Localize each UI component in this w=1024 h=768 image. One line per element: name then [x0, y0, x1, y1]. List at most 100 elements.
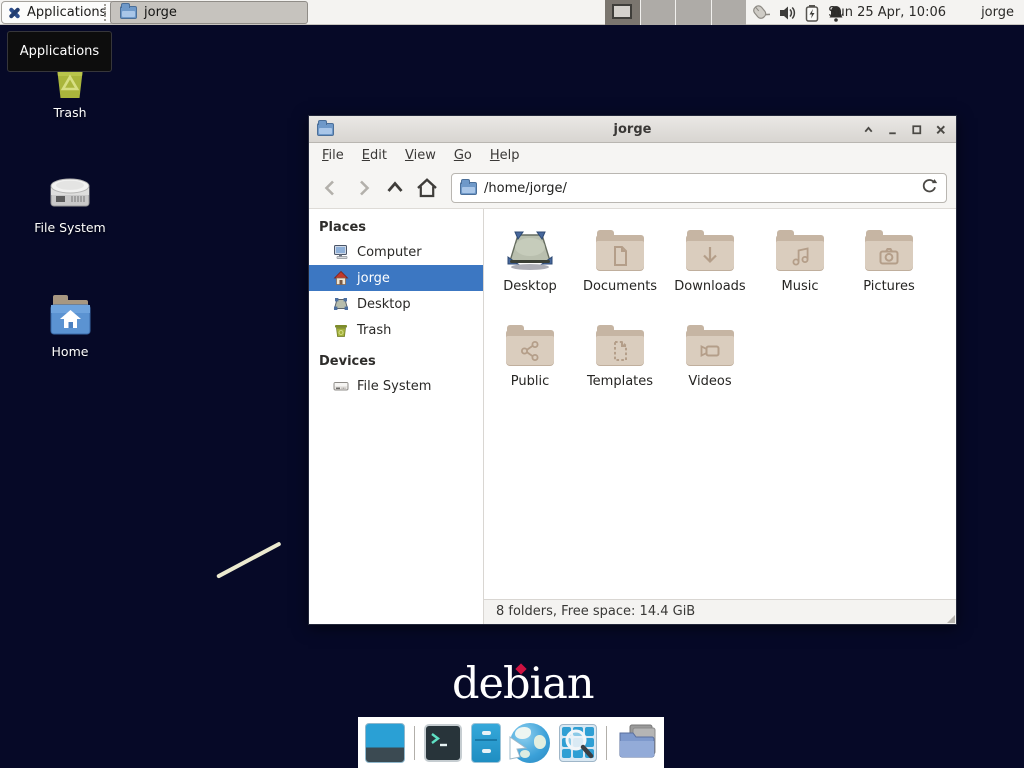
video-camera-emblem-icon: [698, 339, 722, 363]
drive-icon: [333, 378, 349, 394]
home-folder-icon: [46, 292, 94, 340]
up-icon[interactable]: [382, 175, 408, 201]
folder-icon: [596, 325, 644, 365]
menu-file[interactable]: File: [313, 145, 353, 166]
window-title: jorge: [309, 122, 956, 137]
folder-icon: [120, 6, 137, 19]
workspace-2[interactable]: [641, 0, 677, 25]
trash-icon: [333, 322, 349, 338]
application-finder-icon[interactable]: [559, 724, 597, 762]
close-icon[interactable]: [933, 122, 948, 137]
minimize-icon[interactable]: [885, 122, 900, 137]
desktop-icon-home[interactable]: Home: [22, 292, 118, 359]
file-view[interactable]: Desktop Documents Downloads Music: [484, 209, 956, 624]
sidebar-item-trash[interactable]: Trash: [309, 317, 483, 343]
battery-charging-icon[interactable]: [804, 3, 820, 23]
web-browser-icon[interactable]: [510, 723, 550, 763]
back-icon[interactable]: [318, 175, 344, 201]
desktop-icon-label: Trash: [22, 106, 118, 120]
folder-music[interactable]: Music: [756, 226, 844, 295]
show-desktop-icon[interactable]: [365, 723, 405, 763]
workspace-pager: [605, 0, 746, 25]
sidebar-item-file-system[interactable]: File System: [309, 373, 483, 399]
shade-icon[interactable]: [861, 122, 876, 137]
window-body: Places Computer jorge Desktop Trash Devi…: [309, 209, 956, 624]
sidebar-header-devices: Devices: [309, 349, 483, 373]
desktop-icon: [333, 296, 349, 312]
folder-public[interactable]: Public: [486, 321, 574, 390]
sidebar-header-places: Places: [309, 215, 483, 239]
maximize-icon[interactable]: [909, 122, 924, 137]
path-bar[interactable]: /home/jorge/: [451, 173, 947, 203]
cursor-arrow-icon: [506, 731, 532, 761]
menu-go[interactable]: Go: [445, 145, 481, 166]
panel-user-menu[interactable]: jorge: [981, 0, 1014, 25]
wallpaper-scribble-line: [216, 541, 281, 578]
menu-bar: File Edit View Go Help: [309, 143, 956, 168]
path-folder-icon: [460, 182, 477, 195]
folder-pictures[interactable]: Pictures: [845, 226, 933, 295]
terminal-icon[interactable]: [424, 724, 462, 762]
folder-icon: [865, 230, 913, 270]
top-panel: Applications jorge Sun 25 Apr, 10:06 jor…: [0, 0, 1024, 25]
status-bar: 8 folders, Free space: 14.4 GiB: [484, 599, 956, 624]
panel-clock[interactable]: Sun 25 Apr, 10:06: [828, 0, 946, 25]
menu-edit[interactable]: Edit: [353, 145, 396, 166]
resize-grip[interactable]: [947, 615, 955, 623]
workspace-window-thumbnail: [612, 4, 632, 19]
taskbar-window-button[interactable]: jorge: [110, 1, 308, 24]
folder-downloads[interactable]: Downloads: [666, 226, 754, 295]
folder-templates[interactable]: Templates: [576, 321, 664, 390]
dock-separator: [414, 726, 415, 760]
applications-menu-label: Applications: [27, 5, 106, 20]
music-note-emblem-icon: [788, 244, 812, 268]
desktop-icon-label: File System: [22, 221, 118, 235]
dock-separator: [606, 726, 607, 760]
folder-documents[interactable]: Documents: [576, 226, 664, 295]
folder-icon: [596, 230, 644, 270]
sidebar-item-computer[interactable]: Computer: [309, 239, 483, 265]
workspace-1[interactable]: [605, 0, 641, 25]
sidebar-item-jorge[interactable]: jorge: [309, 265, 483, 291]
debian-logo: debian: [452, 659, 594, 709]
forward-icon[interactable]: [350, 175, 376, 201]
folder-icon: [686, 325, 734, 365]
folder-icon: [506, 325, 554, 365]
hard-drive-icon: [46, 168, 94, 216]
folder-icon: [776, 230, 824, 270]
template-document-emblem-icon: [608, 339, 632, 363]
window-titlebar[interactable]: jorge: [309, 116, 956, 143]
document-emblem-icon: [608, 244, 632, 268]
toolbar: /home/jorge/: [309, 168, 956, 209]
download-arrow-emblem-icon: [698, 244, 722, 268]
folder-icon: [686, 230, 734, 270]
reload-icon[interactable]: [920, 177, 938, 199]
applications-menu-button[interactable]: Applications: [1, 1, 115, 24]
path-text[interactable]: /home/jorge/: [484, 181, 913, 196]
menu-help[interactable]: Help: [481, 145, 529, 166]
camera-emblem-icon: [877, 244, 901, 268]
folder-videos[interactable]: Videos: [666, 321, 754, 390]
applications-tooltip: Applications: [7, 31, 112, 72]
file-cabinet-icon[interactable]: [471, 723, 501, 763]
sidebar: Places Computer jorge Desktop Trash Devi…: [309, 209, 484, 624]
volume-icon[interactable]: [777, 3, 797, 23]
xfce-logo-icon: [7, 5, 22, 20]
desktop-icon-file-system[interactable]: File System: [22, 168, 118, 235]
home-icon: [333, 270, 349, 286]
home-icon[interactable]: [414, 175, 440, 201]
workspace-3[interactable]: [676, 0, 712, 25]
computer-icon: [333, 244, 349, 260]
folder-desktop[interactable]: Desktop: [486, 226, 574, 295]
pointing-device-icon[interactable]: [749, 2, 770, 23]
dock-panel: [358, 717, 664, 768]
taskbar-window-label: jorge: [144, 5, 177, 20]
menu-view[interactable]: View: [396, 145, 445, 166]
panel-separator-handle: [104, 4, 107, 21]
workspace-4[interactable]: [712, 0, 747, 25]
desktop-icon-label: Home: [22, 345, 118, 359]
sidebar-item-desktop[interactable]: Desktop: [309, 291, 483, 317]
tooltip-text: Applications: [20, 44, 99, 59]
share-emblem-icon: [518, 339, 542, 363]
directory-menu-icon[interactable]: [616, 721, 658, 765]
